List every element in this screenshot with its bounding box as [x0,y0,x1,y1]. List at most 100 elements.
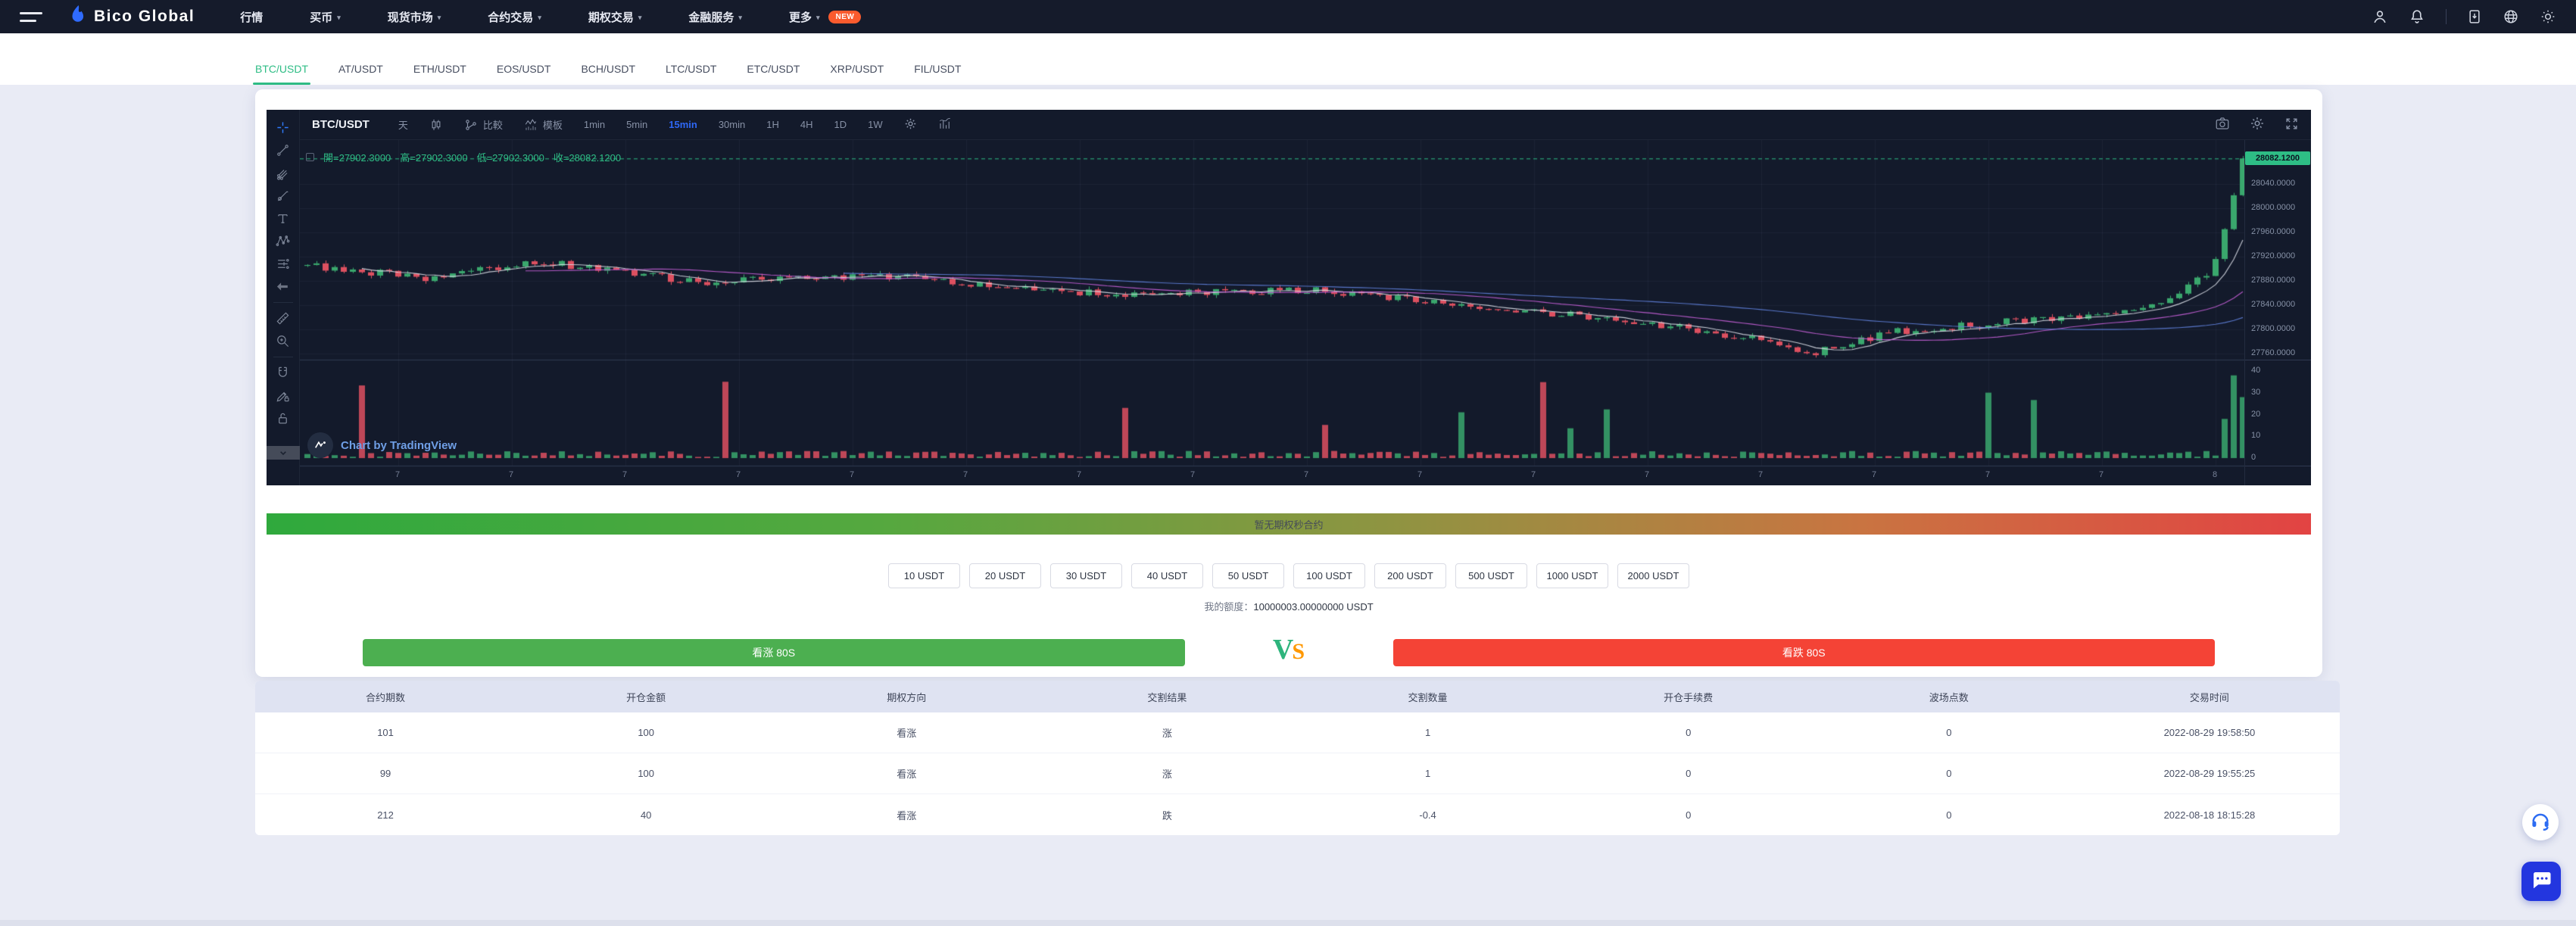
cell-fee: 0 [1686,768,1692,779]
time-tick: 7 [1758,470,1764,479]
user-icon[interactable] [2372,8,2388,25]
tab-bch-usdt[interactable]: BCH/USDT [581,63,635,85]
customer-service-button[interactable] [2522,804,2559,840]
amount-50[interactable]: 50 USDT [1212,563,1284,588]
tab-at-usdt[interactable]: AT/USDT [338,63,383,85]
amount-1000[interactable]: 1000 USDT [1536,563,1608,588]
toolbar-separator [273,302,293,303]
horizontal-scrollbar[interactable] [0,920,2576,926]
candlestick-chart-canvas[interactable] [300,140,2244,485]
interval-menu[interactable]: 天 [398,117,408,132]
brand-logo[interactable]: Bico Global [68,5,195,29]
amount-200[interactable]: 200 USDT [1374,563,1446,588]
chart-settings-gear-icon[interactable] [2250,116,2265,133]
amount-100[interactable]: 100 USDT [1293,563,1365,588]
tab-ltc-usdt[interactable]: LTC/USDT [666,63,716,85]
amount-40[interactable]: 40 USDT [1131,563,1203,588]
headset-icon [2529,809,2552,836]
table-row: 212 40 看涨 跌 -0.4 0 0 2022-08-18 18:15:28 [255,794,2340,835]
chevron-down-icon: ▾ [638,13,642,21]
notice-bar[interactable]: 暂无期权秒合约 [267,513,2311,535]
nav-item-quotes[interactable]: 行情 [240,9,263,25]
chat-bubble-icon [2530,868,2553,895]
chart-symbol: BTC/USDT [312,118,370,131]
amount-500[interactable]: 500 USDT [1455,563,1527,588]
brand-name: Bico Global [94,8,195,25]
crosshair-icon[interactable] [276,120,290,135]
collapse-toolbar-button[interactable] [266,446,300,460]
tab-btc-usdt[interactable]: BTC/USDT [253,63,310,85]
amount-30[interactable]: 30 USDT [1050,563,1122,588]
col-header: 开仓金额 [626,691,666,703]
unlock-icon[interactable] [276,411,290,426]
tab-fil-usdt[interactable]: FIL/USDT [914,63,961,85]
cell-points: 0 [1946,768,1952,779]
brush-icon[interactable] [276,189,290,203]
candle-style-icon[interactable] [429,118,443,132]
cell-quantity: -0.4 [1419,809,1436,821]
globe-icon[interactable] [2503,8,2519,25]
nav-item-more[interactable]: 更多 ▾ NEW [789,9,862,25]
nav-item-options[interactable]: 期权交易 ▾ [588,9,642,25]
vs-emblem: VS [1272,634,1305,666]
ruler-icon[interactable] [276,311,290,326]
amount-20[interactable]: 20 USDT [969,563,1041,588]
timeframe-1w[interactable]: 1W [868,119,883,130]
tab-eth-usdt[interactable]: ETH/USDT [413,63,466,85]
tab-xrp-usdt[interactable]: XRP/USDT [830,63,884,85]
menu-icon[interactable] [20,11,42,22]
timeframe-15min[interactable]: 15min [669,119,697,130]
time-tick: 7 [1645,470,1650,479]
screenshot-camera-icon[interactable] [2215,117,2230,133]
compare-button[interactable]: 比較 [464,117,503,132]
position-tool-icon[interactable] [276,257,290,271]
back-arrow-icon[interactable] [276,279,290,294]
template-button[interactable]: 模板 [524,117,563,132]
tradingview-attribution[interactable]: Chart by TradingView [307,432,457,458]
zoom-in-icon[interactable] [276,334,290,348]
volume-tick: 30 [2251,387,2261,397]
time-tick: 7 [850,470,855,479]
settings-gear-icon[interactable] [904,117,917,133]
theme-icon[interactable] [2540,8,2556,25]
put-button[interactable]: 看跌 80S [1392,639,2215,666]
legend-high: 高=27902.3000 [400,152,468,164]
nav-item-spot[interactable]: 现货市场 ▾ [388,9,441,25]
pitchfork-icon[interactable] [276,166,290,180]
xabcd-pattern-icon[interactable] [276,234,290,248]
chevron-down-icon: ▾ [816,13,820,21]
bell-icon[interactable] [2409,8,2425,25]
cell-period: 99 [379,768,391,779]
nav-item-contract[interactable]: 合约交易 ▾ [488,9,541,25]
tab-etc-usdt[interactable]: ETC/USDT [747,63,800,85]
balance-row: 我的额度：10000003.00000000 USDT [255,599,2322,613]
nav-item-buy[interactable]: 买币 ▾ [310,9,341,25]
drawing-lock-icon[interactable] [276,388,290,403]
chevron-down-icon: ▾ [437,13,441,21]
cell-fee: 0 [1686,809,1692,821]
live-chat-button[interactable] [2521,862,2561,901]
timeframe-5min[interactable]: 5min [626,119,647,130]
cell-result: 涨 [1162,769,1172,780]
timeframe-1min[interactable]: 1min [584,119,605,130]
tab-eos-usdt[interactable]: EOS/USDT [497,63,551,85]
timeframe-1h[interactable]: 1H [766,119,779,130]
cell-amount: 40 [640,809,652,821]
trend-line-icon[interactable] [276,143,290,157]
col-header: 期权方向 [887,691,927,703]
timeframe-30min[interactable]: 30min [719,119,745,130]
amount-10[interactable]: 10 USDT [888,563,960,588]
text-tool-icon[interactable] [276,211,290,226]
fullscreen-icon[interactable] [2284,117,2299,133]
amount-2000[interactable]: 2000 USDT [1617,563,1689,588]
timeframe-4h[interactable]: 4H [800,119,813,130]
indicators-icon[interactable] [938,117,952,133]
series-toggle-icon[interactable] [306,153,314,161]
chevron-down-icon: ▾ [738,13,742,21]
timeframe-1d[interactable]: 1D [834,119,847,130]
call-button[interactable]: 看涨 80S [363,639,1185,666]
magnet-icon[interactable] [276,366,290,380]
time-tick: 7 [1531,470,1536,479]
nav-item-finance[interactable]: 金融服务 ▾ [688,9,742,25]
download-app-icon[interactable] [2467,8,2482,25]
